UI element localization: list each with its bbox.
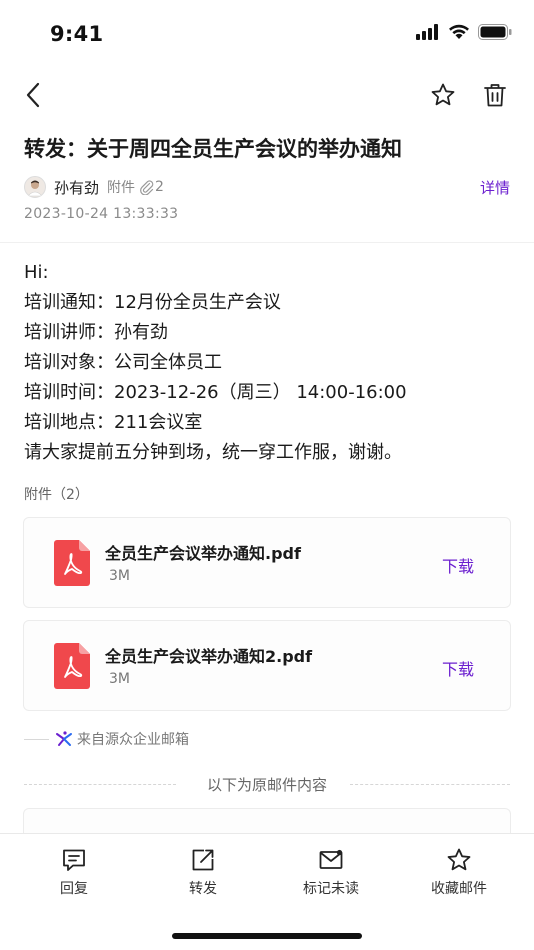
cellular-signal-icon — [416, 24, 438, 40]
status-bar: 9:41 — [0, 0, 534, 70]
body-line: 培训时间：2023-12-26（周三） 14:00-16:00 — [24, 382, 407, 403]
reply-icon — [63, 849, 85, 871]
attachment-card[interactable]: 全员生产会议举办通知2.pdf 3M 下载 — [23, 620, 511, 711]
forward-icon — [192, 849, 214, 871]
forward-label: 转发 — [189, 881, 217, 897]
mail-icon — [319, 849, 343, 869]
source-divider — [24, 738, 49, 740]
back-button[interactable] — [18, 80, 48, 110]
mail-icon-wrap — [317, 846, 345, 874]
reply-button[interactable]: 回复 — [19, 846, 129, 902]
attachment-count-value: 2 — [155, 179, 164, 195]
dashed-divider — [350, 784, 510, 785]
delete-button[interactable] — [480, 80, 510, 110]
reply-label: 回复 — [60, 881, 88, 897]
body-line: 培训讲师：孙有劲 — [24, 322, 168, 343]
star-icon — [447, 848, 471, 871]
mail-body: Hi: 培训通知：12月份全员生产会议 培训讲师：孙有劲 培训对象：公司全体员工… — [24, 258, 514, 468]
reply-icon-wrap — [60, 846, 88, 874]
mail-source: 来自源众企业邮箱 — [24, 729, 189, 749]
pdf-file-icon — [54, 540, 90, 586]
attachments-heading: 附件（2） — [24, 487, 89, 503]
body-line: 培训地点：211会议室 — [24, 412, 203, 433]
body-line: 培训通知：12月份全员生产会议 — [24, 292, 281, 313]
attachment-size: 3M — [109, 671, 130, 687]
original-mail-divider: 以下为原邮件内容 — [24, 774, 510, 796]
attachment-label: 附件 — [107, 180, 136, 196]
home-indicator — [172, 933, 362, 939]
mail-detail-screen: 9:41 转发：关于周四全员生产会议的举办通知 孙有劲 附件 2 详情 2023… — [0, 0, 534, 950]
brand-logo-icon — [56, 731, 72, 746]
mail-date: 2023-10-24 13:33:33 — [24, 206, 179, 222]
nav-bar — [0, 70, 534, 120]
attachment-size: 3M — [109, 568, 130, 584]
body-line: 请大家提前五分钟到场，统一穿工作服，谢谢。 — [24, 442, 402, 463]
star-icon — [431, 83, 455, 106]
forward-button[interactable]: 转发 — [148, 846, 258, 902]
favorite-label: 收藏邮件 — [431, 881, 487, 897]
source-text: 来自源众企业邮箱 — [77, 732, 189, 748]
attachment-name: 全员生产会议举办通知2.pdf — [105, 647, 313, 666]
mark-unread-button[interactable]: 标记未读 — [276, 846, 386, 902]
download-button[interactable]: 下载 — [442, 656, 474, 680]
mail-subject: 转发：关于周四全员生产会议的举办通知 — [24, 137, 402, 161]
status-icons — [416, 24, 512, 40]
sender-name[interactable]: 孙有劲 — [54, 177, 99, 198]
star-button[interactable] — [428, 80, 458, 110]
body-line: 培训对象：公司全体员工 — [24, 352, 222, 373]
star-icon-wrap — [445, 846, 473, 874]
battery-icon — [478, 24, 512, 40]
download-button[interactable]: 下载 — [442, 553, 474, 577]
attachment-name: 全员生产会议举办通知.pdf — [105, 544, 301, 563]
person-avatar-icon — [27, 180, 43, 197]
pdf-file-icon — [54, 643, 90, 689]
favorite-button[interactable]: 收藏邮件 — [404, 846, 514, 902]
chevron-left-icon — [26, 82, 40, 108]
status-time: 9:41 — [50, 22, 104, 46]
header-divider — [0, 242, 534, 243]
body-line: Hi: — [24, 262, 49, 283]
bottom-action-bar: 回复 转发 标记未读 收藏邮件 — [0, 833, 534, 950]
avatar[interactable] — [24, 176, 46, 198]
attachment-count: 2 — [139, 179, 164, 195]
forward-icon-wrap — [189, 846, 217, 874]
attachment-card[interactable]: 全员生产会议举办通知.pdf 3M 下载 — [23, 517, 511, 608]
trash-icon — [484, 84, 506, 107]
sender-row: 孙有劲 附件 2 详情 — [24, 174, 510, 200]
details-link[interactable]: 详情 — [480, 177, 510, 198]
wifi-icon — [449, 24, 469, 39]
mark-unread-label: 标记未读 — [303, 881, 359, 897]
paperclip-icon — [140, 180, 154, 195]
